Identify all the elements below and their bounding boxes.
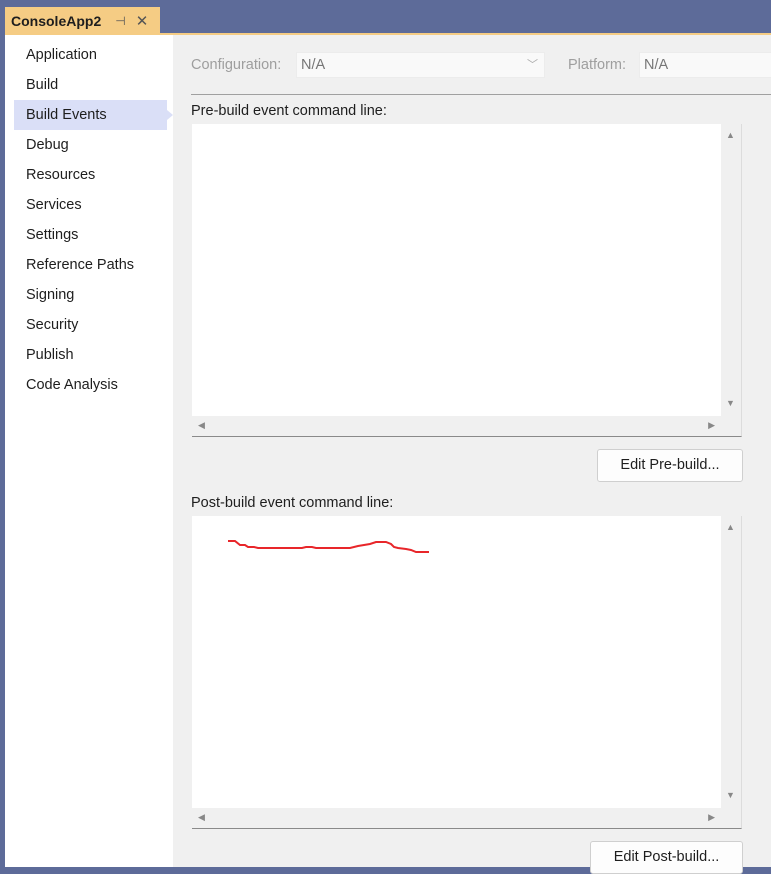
scroll-up-icon[interactable]: ▲ — [726, 522, 735, 532]
configuration-value: N/A — [301, 57, 326, 73]
sidebar-item-application[interactable]: Application — [14, 40, 167, 70]
sidebar-item-settings[interactable]: Settings — [14, 220, 167, 250]
scroll-right-icon[interactable]: ▶ — [708, 812, 715, 823]
platform-select[interactable]: N/A — [639, 52, 771, 78]
scroll-right-icon[interactable]: ▶ — [708, 420, 715, 431]
prebuild-command-box: ▲ ▼ ◀ ▶ — [192, 124, 742, 437]
postbuild-command-box: ▲ ▼ ◀ ▶ — [192, 516, 742, 829]
platform-label: Platform: — [568, 57, 627, 73]
sidebar-item-debug[interactable]: Debug — [14, 130, 167, 160]
prebuild-label: Pre-build event command line: — [191, 103, 387, 119]
chevron-down-icon: ﹀ — [527, 59, 538, 71]
configuration-select[interactable]: N/A ﹀ — [296, 52, 545, 78]
postbuild-command-textarea[interactable] — [192, 516, 721, 808]
scroll-up-icon[interactable]: ▲ — [726, 130, 735, 140]
configuration-label: Configuration: — [191, 57, 282, 73]
sidebar-item-build-events[interactable]: Build Events — [14, 100, 167, 130]
postbuild-horizontal-scrollbar[interactable]: ◀ ▶ — [192, 808, 721, 828]
postbuild-label: Post-build event command line: — [191, 495, 394, 511]
sidebar-item-security[interactable]: Security — [14, 310, 167, 340]
sidebar-item-code-analysis[interactable]: Code Analysis — [14, 370, 167, 400]
scroll-left-icon[interactable]: ◀ — [198, 420, 205, 431]
tab-title: ConsoleApp2 — [11, 12, 102, 29]
divider — [191, 94, 771, 95]
scroll-left-icon[interactable]: ◀ — [198, 812, 205, 823]
redaction-scribble — [228, 540, 429, 553]
sidebar-item-reference-paths[interactable]: Reference Paths — [14, 250, 167, 280]
prebuild-horizontal-scrollbar[interactable]: ◀ ▶ — [192, 416, 721, 436]
sidebar-item-publish[interactable]: Publish — [14, 340, 167, 370]
scroll-down-icon[interactable]: ▼ — [726, 790, 735, 800]
postbuild-vertical-scrollbar[interactable]: ▲ ▼ — [721, 516, 741, 808]
close-icon[interactable]: ✕ — [136, 12, 149, 30]
project-properties-page: Application Build Build Events Debug Res… — [5, 35, 771, 874]
sidebar-item-signing[interactable]: Signing — [14, 280, 167, 310]
sidebar-item-build[interactable]: Build — [14, 70, 167, 100]
platform-value: N/A — [644, 57, 669, 73]
sidebar-item-services[interactable]: Services — [14, 190, 167, 220]
pin-icon[interactable]: ⊣ — [115, 14, 125, 28]
edit-prebuild-button[interactable]: Edit Pre-build... — [597, 449, 743, 482]
sidebar: Application Build Build Events Debug Res… — [5, 35, 173, 867]
edit-postbuild-button[interactable]: Edit Post-build... — [590, 841, 743, 874]
document-tab[interactable]: ConsoleApp2 ⊣ ✕ — [5, 7, 160, 34]
build-events-panel: Configuration: N/A ﹀ Platform: N/A Pre-b… — [173, 35, 771, 874]
prebuild-vertical-scrollbar[interactable]: ▲ ▼ — [721, 124, 741, 416]
prebuild-command-textarea[interactable] — [192, 124, 721, 416]
scroll-down-icon[interactable]: ▼ — [726, 398, 735, 408]
sidebar-item-resources[interactable]: Resources — [14, 160, 167, 190]
